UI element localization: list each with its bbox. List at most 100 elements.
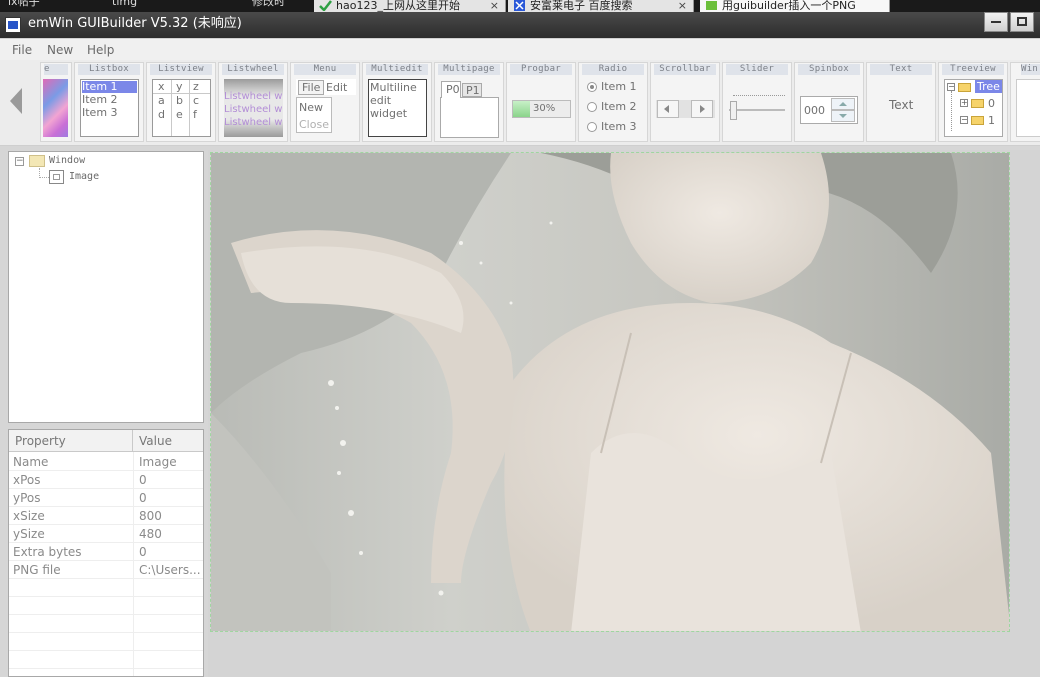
maximize-button[interactable] xyxy=(1010,12,1034,32)
browser-tab-baidu[interactable]: 安富莱电子 百度搜索 × xyxy=(508,0,694,12)
listwheel-preview: Listwheel wi Listwheel wi Listwheel wi xyxy=(224,79,283,137)
listbox-preview: Item 1 Item 2 Item 3 xyxy=(80,79,139,137)
folder-icon xyxy=(958,83,971,92)
palette-spinbox[interactable]: Spinbox 000 xyxy=(794,62,864,142)
radio-empty-icon xyxy=(587,122,597,132)
tree-node-image[interactable]: Image xyxy=(69,171,99,182)
palette-title: e xyxy=(44,64,68,75)
radio-label: Item 3 xyxy=(601,120,637,133)
progbar-fill xyxy=(513,101,530,117)
browser-tab-active[interactable]: 用guibuilder插入一个PNG xyxy=(700,0,890,12)
taskbar-text-3: 修改时 xyxy=(252,0,285,8)
photo-image xyxy=(211,153,1009,631)
listwheel-item: Listwheel wi xyxy=(224,117,283,128)
paw-icon xyxy=(514,0,525,11)
screen: lx帖子 timg 修改时 hao123_上网从这里开始 × 安富莱电子 百度搜… xyxy=(0,0,1040,677)
checkmark-icon xyxy=(319,0,332,11)
palette-text[interactable]: Text Text xyxy=(866,62,936,142)
menu-file[interactable]: File xyxy=(12,43,32,57)
listview-cell: f xyxy=(193,108,197,121)
palette-multipage[interactable]: Multipage P0 P1 xyxy=(434,62,504,142)
palette-title: Text xyxy=(870,64,932,75)
property-value[interactable]: C:\Users... xyxy=(139,563,201,577)
treeview-node: 0 xyxy=(988,97,995,110)
property-value[interactable]: 0 xyxy=(139,491,147,505)
multiedit-line: widget xyxy=(370,107,408,120)
browser-tab-hao123[interactable]: hao123_上网从这里开始 × xyxy=(314,0,506,12)
treeview-node: 1 xyxy=(988,114,995,127)
image-widget[interactable] xyxy=(210,152,1010,632)
window-preview xyxy=(1016,79,1040,137)
palette-title: Multiedit xyxy=(366,64,428,75)
property-value[interactable]: 0 xyxy=(139,473,147,487)
folder-icon xyxy=(29,155,45,167)
palette-window[interactable]: Win xyxy=(1010,62,1040,142)
palette-image[interactable]: e xyxy=(40,62,72,142)
property-row[interactable]: xSize 800 xyxy=(9,507,203,525)
palette-listwheel[interactable]: Listwheel Listwheel wi Listwheel wi List… xyxy=(218,62,288,142)
empty-row xyxy=(9,651,203,669)
property-row[interactable]: Extra bytes 0 xyxy=(9,543,203,561)
palette-scrollbar[interactable]: Scrollbar xyxy=(650,62,720,142)
listwheel-item: Listwheel wi xyxy=(224,104,283,115)
palette-listbox[interactable]: Listbox Item 1 Item 2 Item 3 xyxy=(74,62,144,142)
spinbox-preview: 000 xyxy=(800,96,858,124)
forum-icon xyxy=(706,1,717,10)
property-value[interactable]: 0 xyxy=(139,545,147,559)
image-node-icon xyxy=(49,170,64,184)
property-row[interactable]: Name Image xyxy=(9,453,203,471)
palette-treeview[interactable]: Treeview − Tree + 0 − 1 xyxy=(938,62,1008,142)
tree-node-window[interactable]: Window xyxy=(49,155,85,166)
multipage-tab: P0 xyxy=(441,81,461,98)
listview-cell: y xyxy=(176,80,183,93)
palette-scroll-left-icon[interactable] xyxy=(10,88,22,114)
text-preview: Text xyxy=(889,98,914,112)
window-title: emWin GUIBuilder V5.32 (未响应) xyxy=(28,16,242,31)
scrollbar-preview xyxy=(656,100,715,118)
progbar-preview: 30% xyxy=(512,100,571,118)
palette-title: Treeview xyxy=(942,64,1004,75)
menu-preview-item: Edit xyxy=(326,81,348,94)
folder-icon xyxy=(971,116,984,125)
property-key: ySize xyxy=(13,527,45,541)
property-value[interactable]: 480 xyxy=(139,527,162,541)
palette-title: Slider xyxy=(726,64,788,75)
listview-cell: b xyxy=(176,94,183,107)
palette-listview[interactable]: Listview x y z a b c d e f xyxy=(146,62,216,142)
menu-preview-item: New xyxy=(299,101,323,114)
close-tab-icon[interactable]: × xyxy=(490,0,499,11)
slider-track xyxy=(729,109,785,111)
palette-menu[interactable]: Menu File Edit New Close xyxy=(290,62,360,142)
listview-cell: a xyxy=(158,94,165,107)
property-value[interactable]: Image xyxy=(139,455,177,469)
design-canvas[interactable] xyxy=(208,150,1040,677)
image-thumbnail xyxy=(43,79,68,137)
palette-multiedit[interactable]: Multiedit Multiline edit widget xyxy=(362,62,432,142)
menu-help[interactable]: Help xyxy=(87,43,114,57)
listwheel-item: Listwheel wi xyxy=(224,91,283,102)
treeview-preview: − Tree + 0 − 1 xyxy=(944,79,1003,137)
tab-label: hao123_上网从这里开始 xyxy=(336,0,460,12)
property-key: xPos xyxy=(13,473,41,487)
multipage-tab: P1 xyxy=(462,83,482,97)
property-row[interactable]: ySize 480 xyxy=(9,525,203,543)
palette-slider[interactable]: Slider xyxy=(722,62,792,142)
listbox-item: Item 2 xyxy=(82,93,118,106)
property-row[interactable]: xPos 0 xyxy=(9,471,203,489)
close-tab-icon[interactable]: × xyxy=(678,0,687,11)
palette-title: Progbar xyxy=(510,64,572,75)
empty-row xyxy=(9,597,203,615)
listview-preview: x y z a b c d e f xyxy=(152,79,211,137)
property-value[interactable]: 800 xyxy=(139,509,162,523)
minimize-button[interactable] xyxy=(984,12,1008,32)
collapse-icon[interactable]: − xyxy=(15,157,24,166)
menu-new[interactable]: New xyxy=(47,43,73,57)
radio-label: Item 2 xyxy=(601,100,637,113)
property-row[interactable]: yPos 0 xyxy=(9,489,203,507)
property-key: xSize xyxy=(13,509,45,523)
taskbar-text-2: timg xyxy=(112,0,138,8)
palette-progbar[interactable]: Progbar 30% xyxy=(506,62,576,142)
property-row[interactable]: PNG file C:\Users... xyxy=(9,561,203,579)
listview-cell: e xyxy=(176,108,183,121)
palette-radio[interactable]: Radio Item 1 Item 2 Item 3 xyxy=(578,62,648,142)
